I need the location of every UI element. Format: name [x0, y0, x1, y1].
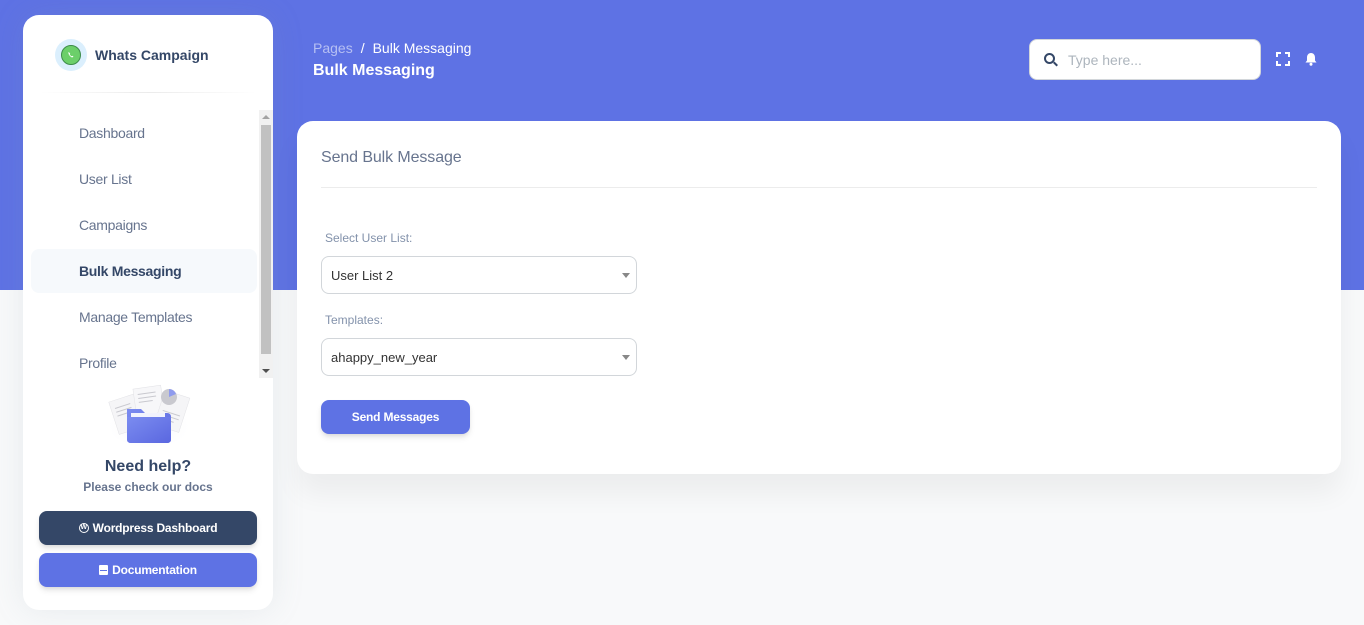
templates-select[interactable]: ahappy_new_year	[321, 338, 637, 376]
scrollbar-thumb[interactable]	[261, 125, 271, 354]
sidebar-item-label: Profile	[79, 355, 117, 371]
help-title: Need help?	[104, 458, 192, 475]
sidebar-nav: Dashboard User List Campaigns Bulk Messa…	[31, 111, 257, 377]
sidebar: Whats Campaign Dashboard User List Campa…	[23, 15, 273, 610]
whatsapp-icon	[55, 39, 87, 71]
chevron-down-icon	[622, 355, 630, 360]
sidebar-item-profile[interactable]: Profile	[31, 341, 257, 377]
wordpress-dashboard-label: Wordpress Dashboard	[92, 521, 218, 535]
folder-documents-icon	[105, 383, 193, 447]
sidebar-item-campaigns[interactable]: Campaigns	[31, 203, 257, 247]
sidebar-item-bulk-messaging[interactable]: Bulk Messaging	[31, 249, 257, 293]
sidebar-item-user-list[interactable]: User List	[31, 157, 257, 201]
templates-selected-value: ahappy_new_year	[331, 349, 438, 365]
sidebar-item-label: User List	[79, 171, 132, 187]
fullscreen-icon[interactable]	[1276, 52, 1290, 66]
scroll-down-arrow-icon[interactable]	[262, 369, 270, 373]
brand-name: Whats Campaign	[95, 47, 209, 63]
breadcrumb-current: Bulk Messaging	[372, 40, 472, 56]
send-bulk-message-card: Send Bulk Message Select User List: User…	[297, 121, 1341, 474]
sidebar-item-manage-templates[interactable]: Manage Templates	[31, 295, 257, 339]
templates-label: Templates:	[325, 313, 384, 327]
book-icon	[99, 565, 109, 575]
wordpress-dashboard-button[interactable]: W Wordpress Dashboard	[39, 511, 257, 545]
breadcrumb: Pages / Bulk Messaging	[313, 40, 471, 56]
card-title: Send Bulk Message	[321, 149, 462, 166]
wordpress-icon: W	[78, 523, 89, 533]
sidebar-item-label: Bulk Messaging	[79, 263, 182, 279]
sidebar-scrollbar[interactable]	[259, 110, 273, 378]
sidebar-item-dashboard[interactable]: Dashboard	[31, 111, 257, 155]
send-messages-button[interactable]: Send Messages	[321, 400, 470, 434]
sidebar-item-label: Manage Templates	[79, 309, 193, 325]
brand-divider	[39, 92, 257, 93]
search-icon	[1044, 52, 1058, 67]
breadcrumb-parent-link[interactable]: Pages	[313, 40, 353, 56]
card-divider	[321, 187, 1317, 188]
search-input[interactable]	[1068, 51, 1248, 68]
search-field[interactable]	[1029, 39, 1261, 80]
documentation-button[interactable]: Documentation	[39, 553, 257, 587]
sidebar-item-label: Dashboard	[79, 125, 145, 141]
documentation-label: Documentation	[112, 563, 197, 577]
user-list-label: Select User List:	[325, 231, 413, 245]
user-list-select[interactable]: User List 2	[321, 256, 637, 294]
chevron-down-icon	[622, 273, 630, 278]
user-list-selected-value: User List 2	[331, 267, 394, 283]
help-subtitle: Please check our docs	[83, 480, 213, 494]
scroll-up-arrow-icon[interactable]	[262, 115, 270, 119]
breadcrumb-separator: /	[360, 40, 365, 56]
brand[interactable]: Whats Campaign	[55, 39, 209, 71]
sidebar-item-label: Campaigns	[79, 217, 148, 233]
bell-icon[interactable]	[1304, 52, 1318, 66]
page-title: Bulk Messaging	[313, 62, 435, 79]
